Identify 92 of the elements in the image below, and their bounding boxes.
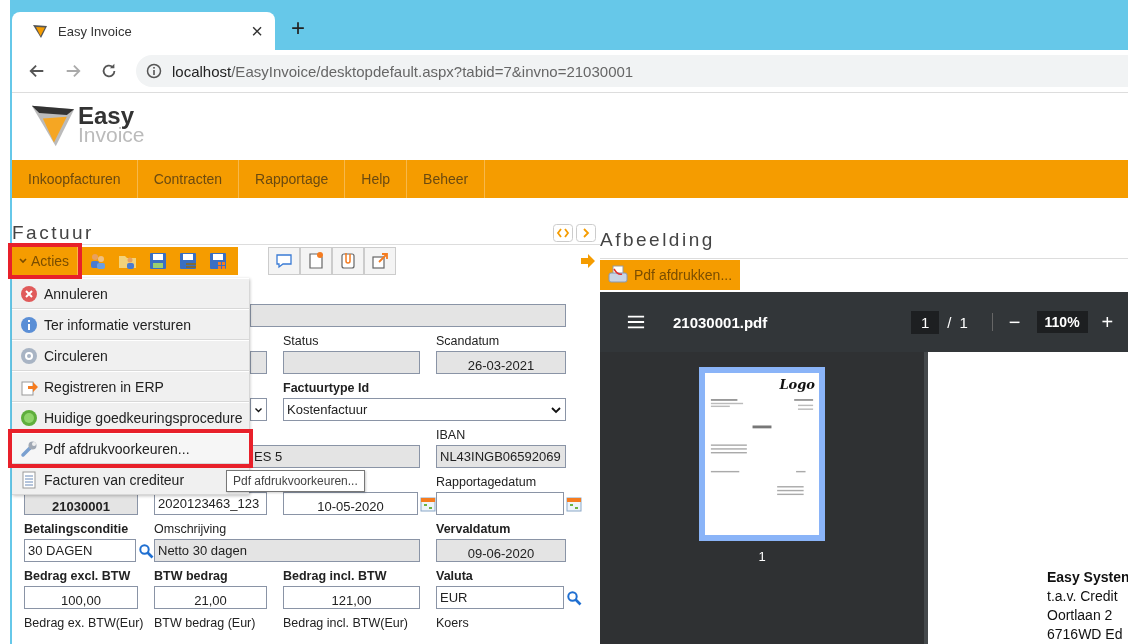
page-separator: /: [947, 313, 952, 331]
field-label: Betalingsconditie: [24, 522, 130, 538]
save-grid-icon[interactable]: [208, 251, 229, 271]
field-label: IBAN: [436, 428, 467, 444]
back-icon[interactable]: [28, 62, 46, 80]
input-field[interactable]: ES 5: [250, 445, 420, 468]
search-icon[interactable]: [566, 589, 582, 606]
browser-tab[interactable]: Easy Invoice ×: [12, 12, 275, 50]
input-field[interactable]: EUR: [436, 586, 564, 609]
field-label: Bedrag ex. BTW(Eur): [24, 616, 145, 632]
save-list-icon[interactable]: [178, 251, 199, 271]
panel-title: Afbeelding: [600, 229, 715, 251]
input-field[interactable]: 10-05-2020: [283, 492, 418, 515]
arrow-right-icon[interactable]: [580, 254, 596, 268]
field-label: Factuurtype Id: [283, 381, 371, 397]
pdf-printer-icon: [608, 265, 628, 285]
new-document-button[interactable]: [300, 247, 332, 275]
document-text: Easy Systen: [1047, 568, 1128, 587]
field-label: Bedrag incl. BTW(Eur): [283, 616, 410, 632]
zoom-out-button[interactable]: −: [1008, 310, 1021, 334]
field-label: BTW bedrag (Eur): [154, 616, 257, 632]
close-tab-button[interactable]: ×: [251, 19, 263, 43]
input-field[interactable]: NL43INGB06592069: [436, 445, 566, 468]
swap-panels-button[interactable]: [553, 224, 573, 242]
tab-title: Easy Invoice: [58, 23, 133, 39]
document-text: 6716WD Ed: [1047, 625, 1124, 644]
menu-item[interactable]: Beheer: [407, 160, 486, 198]
field-label: Status: [283, 334, 320, 350]
document-text: t.a.v. Credit: [1047, 587, 1119, 606]
calendar-icon[interactable]: [566, 495, 582, 512]
chevron-down-icon: [18, 256, 28, 266]
field-label: Bedrag incl. BTW: [283, 569, 388, 585]
field-label: Vervaldatum: [436, 522, 512, 538]
field-label: Valuta: [436, 569, 474, 585]
logo-subtext: Invoice: [78, 126, 145, 146]
comment-button[interactable]: [268, 247, 300, 275]
dropdown[interactable]: Kostenfactuur: [283, 398, 566, 421]
forward-icon[interactable]: [64, 62, 82, 80]
input-field[interactable]: [250, 304, 566, 327]
menu-item[interactable]: Contracten: [137, 160, 240, 198]
field-label: Rapportagedatum: [436, 475, 538, 491]
field-label: Bedrag excl. BTW: [24, 569, 132, 585]
field-label: BTW bedrag: [154, 569, 229, 585]
input-field[interactable]: [250, 351, 267, 374]
thumbnail-label: 1: [758, 549, 766, 564]
input-field[interactable]: 30 DAGEN: [24, 539, 136, 562]
expand-button[interactable]: [576, 224, 596, 242]
address-field[interactable]: localhost/EasyInvoice/desktopdefault.aspx?tabid=7&invno=21030001: [136, 55, 1128, 87]
tooltip: Pdf afdrukvoorkeuren...: [226, 470, 365, 492]
reload-icon[interactable]: [100, 62, 118, 80]
input-field[interactable]: Netto 30 dagen: [154, 539, 420, 562]
page-total: 1: [959, 313, 968, 331]
menu-item[interactable]: Ter informatie versturen: [12, 309, 249, 340]
menu-item[interactable]: Registreren in ERP: [12, 371, 249, 402]
zoom-in-button[interactable]: +: [1101, 310, 1114, 334]
field-label: Omschrijving: [154, 522, 228, 538]
menu-item[interactable]: Rapportage: [239, 160, 346, 198]
attachment-button[interactable]: [332, 247, 364, 275]
input-field[interactable]: 09-06-2020: [436, 539, 566, 562]
field-label: Scandatum: [436, 334, 501, 350]
save-icon[interactable]: [148, 251, 169, 271]
menu-item[interactable]: Help: [345, 160, 408, 198]
input-field[interactable]: 26-03-2021: [436, 351, 566, 374]
logo-text: Easy: [78, 104, 135, 127]
zoom-field[interactable]: 110%: [1036, 311, 1088, 333]
list-icon: [20, 470, 38, 489]
open-window-button[interactable]: [364, 247, 396, 275]
search-icon[interactable]: [138, 542, 154, 559]
info-icon: [20, 315, 38, 334]
menu-item[interactable]: Annuleren: [12, 278, 249, 309]
input-field[interactable]: [283, 351, 420, 374]
info-icon[interactable]: [146, 63, 162, 79]
menu-item[interactable]: Inkoopfacturen: [12, 160, 138, 198]
logo-icon: [32, 23, 48, 39]
document-text: Oortlaan 2: [1047, 606, 1114, 625]
input-field[interactable]: 21,00: [154, 586, 267, 609]
calendar-icon[interactable]: [420, 495, 436, 512]
menu-item[interactable]: Circuleren: [12, 340, 249, 371]
input-field[interactable]: 100,00: [24, 586, 138, 609]
dropdown[interactable]: [250, 398, 267, 421]
input-field[interactable]: [436, 492, 564, 515]
menu-icon[interactable]: [627, 314, 645, 330]
new-tab-button[interactable]: +: [291, 14, 305, 42]
file-name: 21030001.pdf: [673, 313, 769, 331]
wrench-icon: [20, 439, 38, 458]
logo-text: Logo: [779, 377, 815, 392]
page-thumbnail[interactable]: Logo: [699, 367, 825, 541]
input-field[interactable]: 121,00: [283, 586, 420, 609]
cancel-icon: [20, 284, 38, 303]
page-number-field[interactable]: 1: [911, 310, 940, 334]
panel-title: Factuur: [12, 222, 94, 244]
field-label: Koers: [436, 616, 470, 632]
